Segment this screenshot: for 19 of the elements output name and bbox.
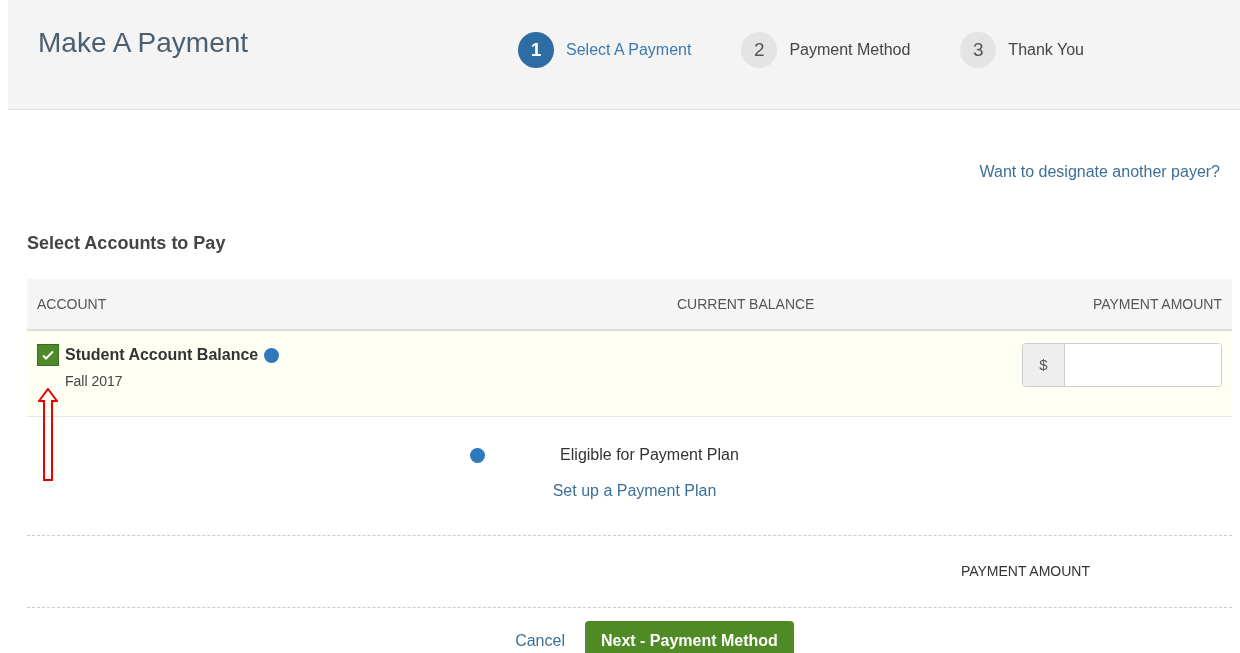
total-label: PAYMENT AMOUNT: [960, 562, 1090, 581]
designate-payer-link[interactable]: Want to designate another payer?: [979, 160, 1220, 184]
next-button[interactable]: Next - Payment Method: [584, 621, 794, 653]
checkbox[interactable]: [37, 344, 59, 366]
step[interactable]: 2 Payment Method: [741, 32, 911, 68]
cancel-link[interactable]: Cancel: [515, 629, 565, 653]
column-header: PAYMENT AMOUNT: [1092, 294, 1222, 314]
step[interactable]: 1 Select A Payment: [518, 32, 692, 68]
payment-plan-link[interactable]: Set up a Payment Plan: [552, 479, 717, 503]
payment-amount-field[interactable]: $: [1022, 343, 1222, 387]
account-term: Fall 2017: [65, 372, 124, 391]
plan-legend: Eligible for Payment Plan: [560, 443, 739, 467]
page-title: Make A Payment: [38, 26, 250, 60]
section-title: Select Accounts to Pay: [27, 232, 227, 255]
column-header: CURRENT BALANCE: [677, 294, 816, 314]
currency-label: $: [1023, 344, 1065, 386]
account-name: Student Account Balance: [65, 345, 259, 365]
column-header: ACCOUNT: [37, 294, 108, 314]
step[interactable]: 3 Thank You: [960, 32, 1084, 68]
